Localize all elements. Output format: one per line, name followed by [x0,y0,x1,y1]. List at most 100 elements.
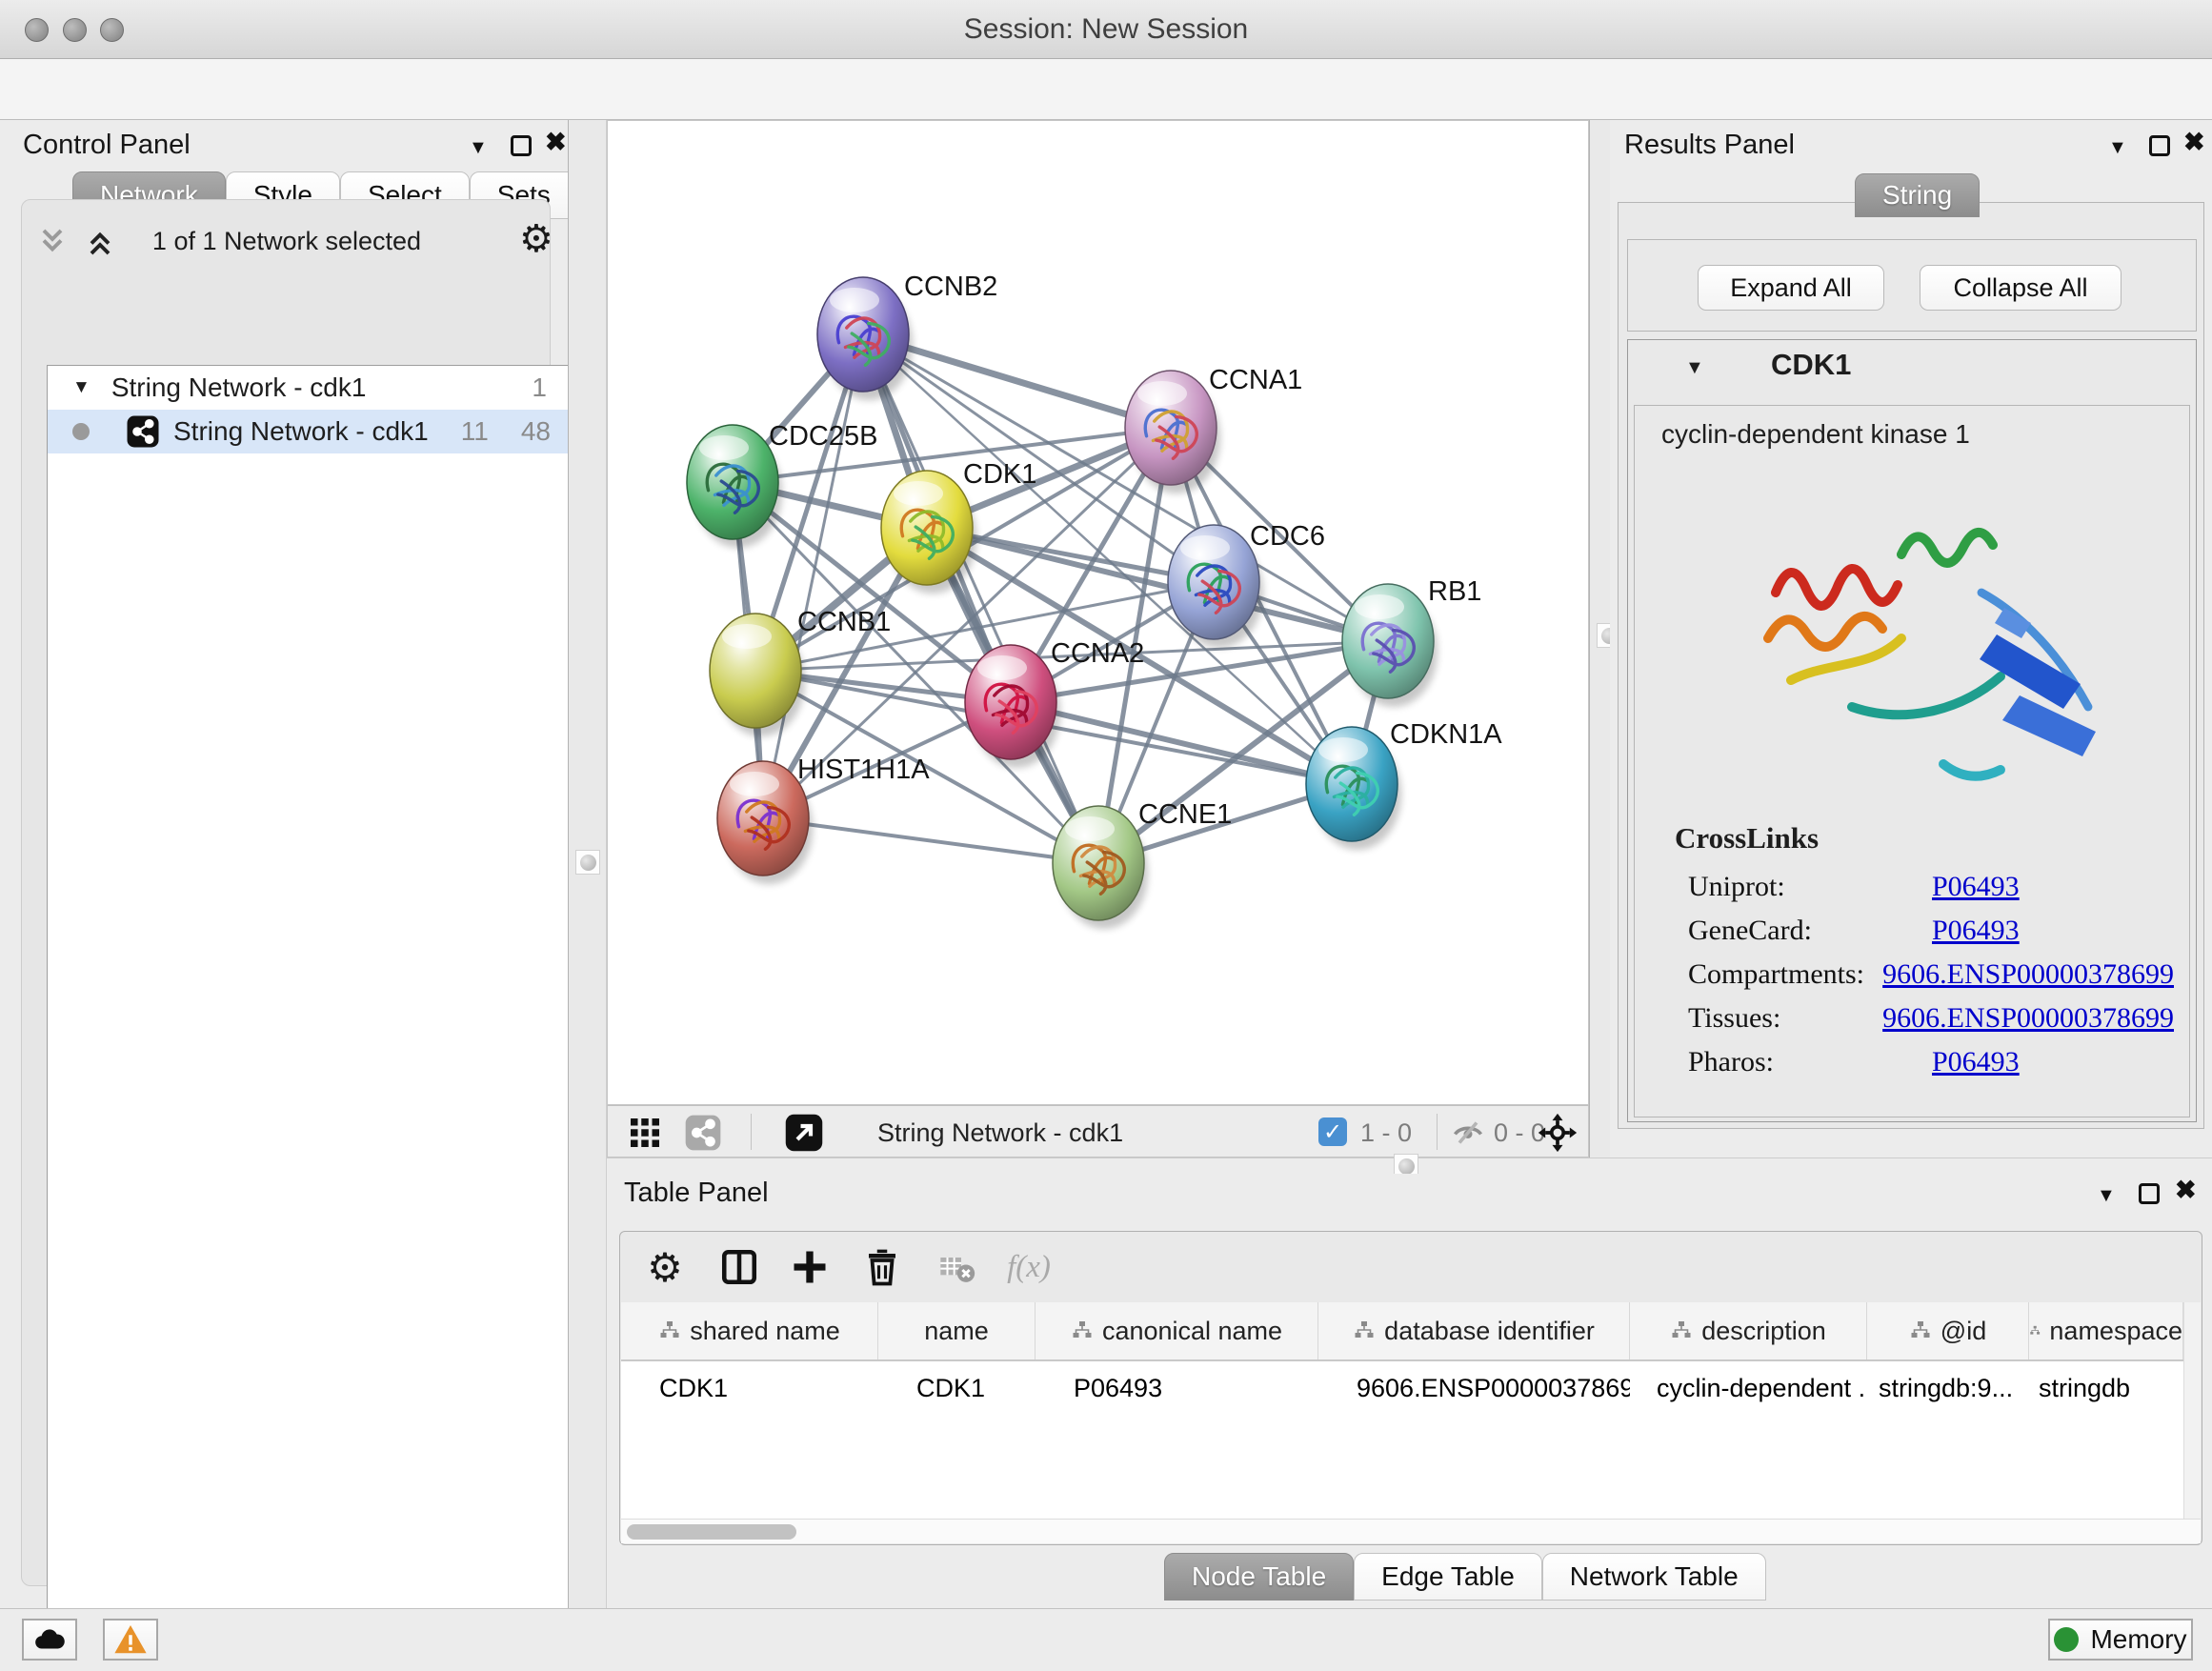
panel-close-icon[interactable]: ✖ [545,131,567,155]
column-header-canonical-name[interactable]: canonical name [1036,1302,1318,1359]
network-tab-content: 1 of 1 Network selected ⚙ ▼ String Netwo… [21,199,551,1586]
crosslink-link[interactable]: P06493 [1932,871,2020,903]
panel-close-icon[interactable]: ✖ [2183,131,2205,155]
column-header-database-identifier[interactable]: database identifier [1318,1302,1630,1359]
attribute-type-icon [1353,1319,1376,1342]
show-column-icon[interactable] [714,1243,765,1291]
scrollbar-thumb[interactable] [627,1524,796,1540]
cloud-status-button[interactable] [22,1619,77,1661]
network-label: String Network - cdk1 [173,416,429,447]
tree-options-gear-icon[interactable]: ⚙ [519,217,553,261]
tab-node-table[interactable]: Node Table [1164,1553,1354,1601]
entry-description: cyclin-dependent kinase 1 [1661,419,1970,450]
cell-name[interactable]: CDK1 [878,1374,1036,1403]
node-HIST1H1A[interactable]: HIST1H1A [717,755,930,884]
column-label: namespace [2049,1317,2182,1346]
column-header--id[interactable]: @id [1867,1302,2029,1359]
tab-edge-table[interactable]: Edge Table [1354,1553,1542,1601]
column-header-description[interactable]: description [1630,1302,1867,1359]
network-row-selected[interactable]: String Network - cdk1 11 48 [48,410,568,453]
table-toolbar: ⚙ f(x) [620,1232,2202,1302]
node-CDC6[interactable]: CDC6 [1168,521,1325,648]
string-network-icon [126,414,160,449]
crosslink-link[interactable]: 9606.ENSP00000378699 [1882,958,2174,991]
table-panel-title: Table Panel [624,1178,769,1209]
function-builder-icon[interactable]: f(x) [1003,1243,1055,1291]
network-overview-icon[interactable] [684,1114,722,1157]
network-collection-row[interactable]: ▼ String Network - cdk1 1 [48,366,568,410]
create-column-icon[interactable] [784,1243,835,1291]
collapse-all-button[interactable]: Collapse All [1920,265,2122,311]
panel-float-icon[interactable] [511,135,532,156]
panel-close-icon[interactable]: ✖ [2175,1179,2197,1203]
node-CCNB1[interactable]: CCNB1 [710,607,891,736]
selected-checkbox-icon[interactable]: ✓ [1318,1117,1347,1146]
tab-network-table[interactable]: Network Table [1542,1553,1766,1601]
cloud-icon [31,1621,68,1658]
horizontal-splitter[interactable] [607,1158,2212,1174]
delete-column-icon[interactable] [856,1243,908,1291]
entry-name: CDK1 [1771,348,1851,382]
expand-all-button[interactable]: Expand All [1698,265,1884,311]
column-header-namespace[interactable]: namespace [2029,1302,2183,1359]
crosslink-label: Tissues: [1688,1002,1882,1035]
network-graph[interactable]: CCNB2CCNA1CDC25BCDK1CDC6RB1CCNB1CCNA2CDK… [608,121,1588,1104]
node-CDC25B[interactable]: CDC25B [687,421,877,548]
tab-string[interactable]: String [1855,173,1980,217]
cell-canonical-name[interactable]: P06493 [1036,1374,1318,1403]
cell--id[interactable]: stringdb:9... [1867,1374,2029,1403]
view-network-title: String Network - cdk1 [877,1118,1123,1148]
open-in-browser-icon[interactable] [784,1113,824,1158]
edge-CCNA2-CDKN1A[interactable] [1011,702,1352,784]
column-header-name[interactable]: name [878,1302,1036,1359]
node-table[interactable]: shared namenamecanonical namedatabase id… [621,1302,2201,1520]
network-view-canvas[interactable]: CCNB2CCNA1CDC25BCDK1CDC6RB1CCNB1CCNA2CDK… [607,120,1589,1105]
cell-namespace[interactable]: stringdb [2029,1374,2183,1403]
node-CCNE1[interactable]: CCNE1 [1053,799,1232,929]
fit-content-crosshair-icon[interactable] [1537,1112,1579,1158]
table-options-gear-icon[interactable]: ⚙ [639,1243,691,1291]
delete-table-icon[interactable] [931,1243,982,1291]
crosslinks-title: CrossLinks [1675,821,1819,856]
column-header-shared-name[interactable]: shared name [621,1302,878,1359]
node-CCNB2[interactable]: CCNB2 [817,272,997,400]
node-CDK1[interactable]: CDK1 [881,459,1036,594]
entry-expander-icon[interactable]: ▼ [1685,357,1704,379]
crosslink-link[interactable]: P06493 [1932,915,2020,947]
node-CCNA1[interactable]: CCNA1 [1125,365,1302,493]
crosslink-row: Pharos:P06493 [1688,1040,2174,1084]
warning-icon [112,1621,149,1658]
node-RB1[interactable]: RB1 [1342,576,1481,707]
node-table-container: ⚙ f(x) shared namenamecanonical namedata… [619,1231,2202,1545]
crosslink-label: Compartments: [1688,958,1882,991]
tree-expander-icon[interactable]: ▼ [72,377,90,398]
network-view-footer: String Network - cdk1 ✓ 1 - 0 0 - 0 [607,1105,1589,1158]
panel-float-icon[interactable] [2139,1183,2160,1204]
edge-HIST1H1A-CCNE1[interactable] [763,818,1098,863]
table-row[interactable]: CDK1CDK1P064939606.ENSP00000378699cyclin… [621,1361,2201,1415]
left-splitter[interactable] [568,120,607,1608]
cell-database-identifier[interactable]: 9606.ENSP00000378699 [1318,1374,1630,1403]
table-panel-tabs: Node TableEdge TableNetwork Table [1164,1553,1766,1601]
panel-float-icon[interactable] [2149,135,2170,156]
panel-menu-icon[interactable]: ▼ [2108,137,2127,159]
crosslink-label: GeneCard: [1688,915,1932,947]
grid-view-icon[interactable] [628,1116,662,1155]
expand-collapse-bar: Expand All Collapse All [1627,239,2197,332]
crosslink-link[interactable]: P06493 [1932,1046,2020,1078]
crosslink-row: Compartments:9606.ENSP00000378699 [1688,953,2174,997]
table-vertical-scrollbar[interactable] [2183,1302,2201,1520]
crosslink-link[interactable]: 9606.ENSP00000378699 [1882,1002,2174,1035]
cell-description[interactable]: cyclin-dependent ... [1630,1374,1867,1403]
panel-menu-icon[interactable]: ▼ [2097,1185,2116,1207]
memory-button[interactable]: Memory [2048,1619,2193,1661]
node-CDKN1A[interactable]: CDKN1A [1306,719,1502,850]
hidden-eye-icon[interactable] [1451,1116,1485,1155]
protein-structure-image [1719,474,2138,856]
warnings-button[interactable] [103,1619,158,1661]
collection-count: 1 [532,372,547,403]
cell-shared-name[interactable]: CDK1 [621,1374,878,1403]
table-horizontal-scrollbar[interactable] [621,1519,2201,1543]
control-panel-title: Control Panel [23,130,191,161]
panel-menu-icon[interactable]: ▼ [469,137,488,159]
